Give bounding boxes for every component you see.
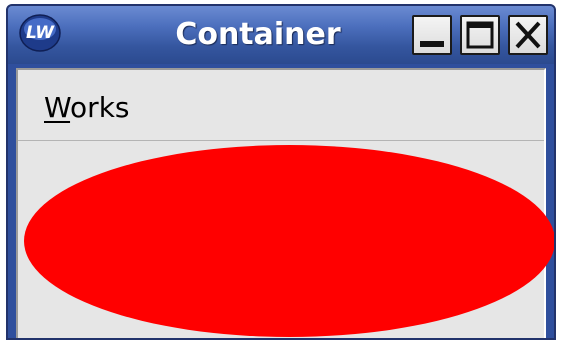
drawing-canvas[interactable] [18, 141, 554, 338]
app-window: LW Container Works [6, 4, 556, 340]
window-title: Container [175, 17, 341, 52]
app-logo-text: LW [26, 23, 55, 43]
menu-works[interactable]: Works [44, 90, 130, 126]
red-ellipse [24, 145, 554, 337]
minimize-button[interactable] [412, 15, 452, 55]
maximize-icon [466, 21, 494, 49]
menu-works-label: orks [70, 91, 130, 124]
menu-bar: Works [18, 70, 544, 141]
close-icon [515, 21, 541, 49]
minimize-icon [420, 41, 444, 47]
menu-works-mnemonic: W [44, 91, 71, 124]
app-logo-icon[interactable]: LW [16, 9, 64, 55]
maximize-button[interactable] [460, 15, 500, 55]
window-content: Works [16, 68, 554, 338]
title-bar[interactable]: LW Container [8, 6, 554, 64]
close-button[interactable] [508, 15, 548, 55]
